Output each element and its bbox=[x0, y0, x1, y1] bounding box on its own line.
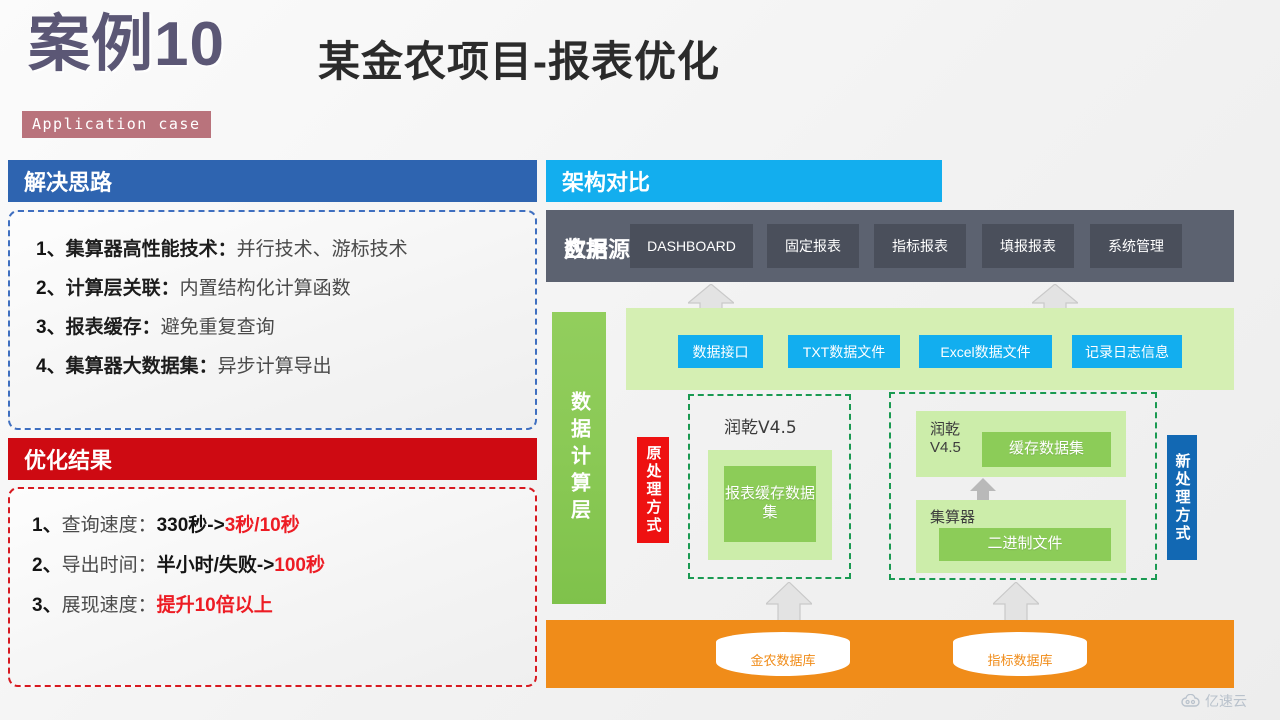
cloud-icon bbox=[1181, 694, 1201, 708]
results-heading-text: 优化结果 bbox=[24, 448, 113, 473]
new-binary-file: 二进制文件 bbox=[939, 528, 1111, 561]
app-chip-fill-report[interactable]: 填报报表 bbox=[982, 224, 1074, 268]
data-source-label: 数据源 bbox=[564, 237, 631, 262]
old-cache-dataset: 报表缓存数据集 bbox=[724, 466, 816, 542]
list-item: 4、集算器大数据集：异步计算导出 bbox=[36, 356, 332, 377]
compute-layer-label: 数据计算层 bbox=[567, 390, 590, 526]
page-title: 某金农项目-报表优化 bbox=[318, 38, 720, 85]
list-item: 2、计算层关联：内置结构化计算函数 bbox=[36, 278, 351, 299]
data-source-bar bbox=[546, 620, 1234, 688]
application-case-badge: Application case bbox=[22, 111, 211, 138]
app-chip-system-mgmt[interactable]: 系统管理 bbox=[1090, 224, 1182, 268]
arrow-up-source-to-old bbox=[766, 582, 812, 622]
architecture-heading-text: 架构对比 bbox=[562, 170, 651, 195]
solution-heading-text: 解决思路 bbox=[24, 170, 113, 195]
results-panel-body: 1、查询速度：330秒->3秒/10秒 2、导出时间：半小时/失败->100秒 … bbox=[8, 487, 537, 687]
arrow-up-source-to-new bbox=[993, 582, 1039, 622]
list-item: 3、报表缓存：避免重复查询 bbox=[36, 317, 275, 338]
interface-chip-excel-file[interactable]: Excel数据文件 bbox=[919, 335, 1052, 368]
compute-layer-bar: 数据计算层 bbox=[552, 312, 606, 604]
database-cylinder-metric: 指标数据库 bbox=[953, 632, 1087, 678]
cylinder-top bbox=[953, 632, 1087, 652]
solution-panel-header: 解决思路 bbox=[8, 160, 537, 202]
new-approach-tag: 新处理方式 bbox=[1167, 435, 1197, 560]
solution-panel-body: 1、集算器高性能技术：并行技术、游标技术 2、计算层关联：内置结构化计算函数 3… bbox=[8, 210, 537, 430]
list-item: 2、导出时间：半小时/失败->100秒 bbox=[32, 555, 325, 576]
architecture-panel-header: 架构对比 bbox=[546, 160, 942, 202]
architecture-diagram: 应用 DASHBOARD 固定报表 指标报表 填报报表 系统管理 数据计算层 数… bbox=[546, 210, 1234, 688]
arrow-up-esproc-to-runqian bbox=[970, 478, 1016, 502]
database-label: 金农数据库 bbox=[750, 653, 816, 668]
cylinder-top bbox=[716, 632, 850, 652]
new-cache-dataset: 缓存数据集 bbox=[982, 432, 1111, 467]
interface-chip-txt-file[interactable]: TXT数据文件 bbox=[788, 335, 900, 368]
interface-chip-log-info[interactable]: 记录日志信息 bbox=[1072, 335, 1182, 368]
list-item: 1、查询速度：330秒->3秒/10秒 bbox=[32, 515, 300, 536]
database-cylinder-jinnong: 金农数据库 bbox=[716, 632, 850, 678]
new-esproc-title: 集算器 bbox=[930, 509, 976, 526]
interface-chip-data-api[interactable]: 数据接口 bbox=[678, 335, 763, 368]
list-item: 1、集算器高性能技术：并行技术、游标技术 bbox=[36, 239, 408, 260]
results-panel-header: 优化结果 bbox=[8, 438, 537, 480]
slide-root: 案例10 Application case 某金农项目-报表优化 解决思路 1、… bbox=[0, 0, 1280, 720]
app-chip-metric-report[interactable]: 指标报表 bbox=[874, 224, 966, 268]
case-number: 案例10 bbox=[28, 10, 225, 79]
new-runqian-title: 润乾 V4.5 bbox=[930, 421, 961, 456]
old-approach-tag: 原处理方式 bbox=[637, 437, 669, 543]
old-runqian-title: 润乾V4.5 bbox=[724, 418, 797, 438]
list-item: 3、展现速度：提升10倍以上 bbox=[32, 595, 273, 616]
database-label: 指标数据库 bbox=[987, 653, 1053, 668]
watermark-text: 亿速云 bbox=[1205, 693, 1247, 709]
watermark: 亿速云 bbox=[1181, 691, 1247, 711]
app-chip-dashboard[interactable]: DASHBOARD bbox=[630, 224, 753, 268]
app-chip-fixed-report[interactable]: 固定报表 bbox=[767, 224, 859, 268]
